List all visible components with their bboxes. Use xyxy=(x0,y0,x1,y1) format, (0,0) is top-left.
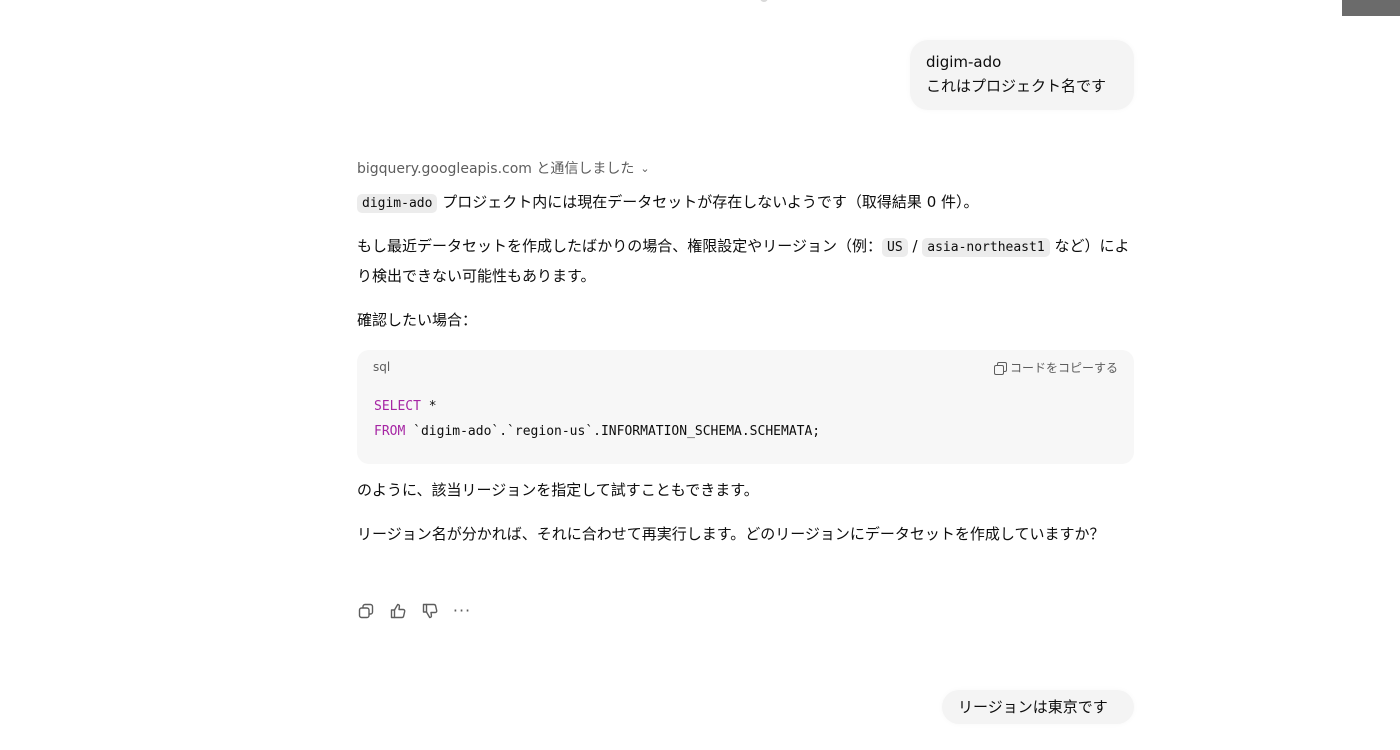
copy-icon[interactable] xyxy=(357,602,375,620)
code-block: sql コードをコピーする SELECT * FROM `digim-ado`.… xyxy=(357,350,1134,464)
inline-code: US xyxy=(882,238,908,257)
message-actions: ··· xyxy=(357,602,471,620)
sql-keyword: SELECT xyxy=(374,399,421,414)
window-corner-tab xyxy=(1342,0,1400,16)
scroll-hint xyxy=(760,0,768,2)
paragraph: 確認したい場合： xyxy=(357,311,478,329)
inline-code: digim-ado xyxy=(357,194,438,213)
code-text: * xyxy=(420,399,437,414)
more-icon[interactable]: ··· xyxy=(453,602,471,620)
copy-code-button[interactable]: コードをコピーする xyxy=(993,359,1118,376)
paragraph: digim-ado プロジェクト内には現在データセットが存在しないようです（取得… xyxy=(357,188,1137,218)
paragraph-text: プロジェクト内には現在データセットが存在しないようです（取得結果 0 件）。 xyxy=(437,193,979,211)
thumbs-down-icon[interactable] xyxy=(421,602,439,620)
sql-keyword: FROM xyxy=(374,424,406,439)
copy-icon xyxy=(993,361,1007,375)
user-message-line: これはプロジェクト名です xyxy=(926,77,1107,95)
tool-status-toggle[interactable]: bigquery.googleapis.com と通信しました ⌄ xyxy=(357,158,1137,180)
paragraph-text: / xyxy=(907,237,923,255)
code-language-label: sql xyxy=(373,360,391,374)
inline-code: asia-northeast1 xyxy=(922,238,1050,257)
paragraph: リージョン名が分かれば、それに合わせて再実行します。どのリージョンにデータセット… xyxy=(357,525,1105,543)
code-content: SELECT * FROM `digim-ado`.`region-us`.IN… xyxy=(374,394,820,444)
paragraph: のように、該当リージョンを指定して試すこともできます。 xyxy=(357,481,759,499)
user-message-line: digim-ado xyxy=(926,53,1002,71)
paragraph-text: もし最近データセットを作成したばかりの場合、権限設定やリージョン（例： xyxy=(357,237,883,255)
chevron-down-icon: ⌄ xyxy=(640,162,650,175)
assistant-message: bigquery.googleapis.com と通信しました ⌄ digim-… xyxy=(357,158,1137,620)
user-message-2: リージョンは東京です xyxy=(942,690,1134,724)
copy-code-label: コードをコピーする xyxy=(1009,361,1118,375)
code-text: `digim-ado`.`region-us`.INFORMATION_SCHE… xyxy=(405,424,821,439)
thumbs-up-icon[interactable] xyxy=(389,602,407,620)
paragraph: もし最近データセットを作成したばかりの場合、権限設定やリージョン（例： US / … xyxy=(357,232,1137,290)
tool-status-text: bigquery.googleapis.com と通信しました xyxy=(357,161,635,177)
user-message-1: digim-ado これはプロジェクト名です xyxy=(910,40,1134,110)
